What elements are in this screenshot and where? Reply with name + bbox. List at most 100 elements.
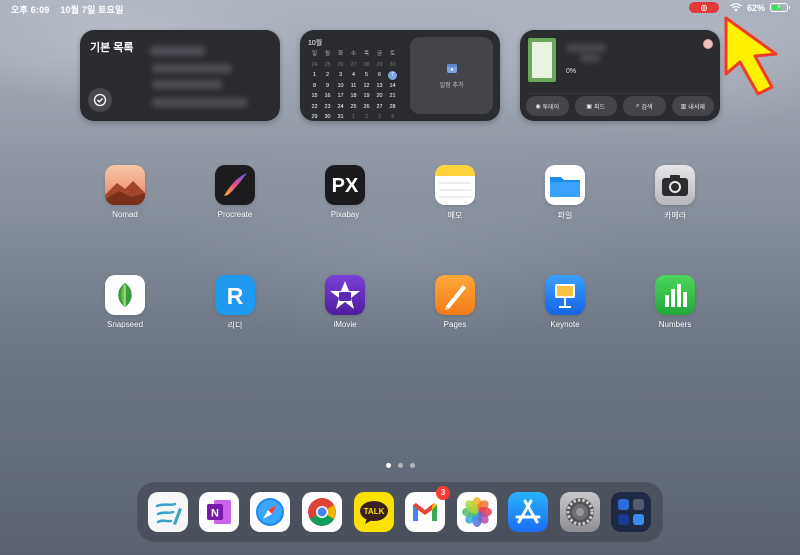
files-icon: [545, 165, 585, 205]
app-library-icon: [618, 499, 644, 525]
dock-app-onenote[interactable]: N: [199, 492, 239, 532]
calendar-day: 14: [389, 82, 396, 89]
dock-app-gmail[interactable]: 3: [405, 486, 450, 532]
app-camera[interactable]: 카메라: [630, 165, 720, 221]
dock-app-library-folder[interactable]: [611, 492, 651, 532]
onenote-icon: N: [207, 500, 231, 524]
calendar-day: 25: [350, 103, 357, 110]
notes-icon: [435, 165, 475, 205]
page-dot[interactable]: [410, 463, 415, 468]
add-event-button[interactable]: 일정 추가: [410, 37, 493, 114]
calendar-day: 16: [324, 93, 331, 99]
photos-icon: [462, 497, 492, 527]
calendar-day: 11: [350, 82, 357, 89]
calendar-weekday: 금: [376, 51, 383, 57]
app-procreate[interactable]: Procreate: [190, 165, 280, 219]
calendar-day: 19: [363, 93, 370, 99]
calendar-day: 15: [311, 93, 318, 99]
battery-icon: ⚡: [770, 3, 790, 12]
add-event-label: 일정 추가: [439, 83, 464, 89]
page-dot[interactable]: [386, 463, 391, 468]
book-cover[interactable]: [528, 38, 556, 82]
calendar-weekday: 일: [311, 51, 318, 57]
page-dot[interactable]: [398, 463, 403, 468]
app-pixabay[interactable]: PX Pixabay: [300, 165, 390, 219]
app-imovie[interactable]: iMovie: [300, 275, 390, 329]
pointer-arrow-annotation: [724, 16, 778, 96]
add-reminder-button[interactable]: [88, 88, 112, 112]
calendar-day: 2: [364, 114, 369, 120]
app-notes[interactable]: 메모: [410, 165, 500, 221]
battery-percent: 62%: [746, 2, 765, 13]
reading-app-widget[interactable]: 0% ◉ 투데이 ▣ 피드 ⌕ 검색 ▥ 내서재: [520, 30, 720, 121]
calendar-day: 30: [324, 114, 331, 120]
wifi-icon: [730, 3, 742, 12]
calendar-day: 20: [376, 93, 383, 99]
dock-app-kakaotalk[interactable]: TALK: [354, 492, 394, 532]
pages-icon: [435, 275, 475, 315]
page-indicator[interactable]: [386, 463, 415, 468]
dock-app-safari[interactable]: [250, 492, 290, 532]
dock-app-settings[interactable]: [560, 492, 600, 532]
dock-app-app-store[interactable]: [508, 492, 548, 532]
calendar-day: 8: [312, 82, 317, 89]
record-icon: [700, 4, 707, 11]
gmail-unread-badge: 3: [436, 486, 450, 500]
library-icon: ▥: [680, 103, 687, 110]
svg-text:TALK: TALK: [364, 507, 385, 516]
library-button[interactable]: ▥ 내서재: [671, 96, 714, 116]
blurred-text: [566, 44, 606, 52]
ridi-icon: R: [215, 275, 255, 315]
blurred-text: [150, 46, 205, 56]
reminders-widget[interactable]: 기본 목록: [80, 30, 280, 121]
status-date: 10월 7일 토요일: [60, 5, 124, 15]
charging-bolt-icon: ⚡: [776, 4, 782, 11]
app-logo-icon: [703, 39, 713, 49]
calendar-grid: 일 월 화 수 목 금 토 24 25 26 27 28 29 30 1 2 3 4 5 6 7 8 9 10 11 12 13 14…: [308, 50, 404, 121]
calendar-widget[interactable]: 10월 일 월 화 수 목 금 토 24 25 26 27 28 29 30 1 2 3 4 5 6 7 8 9 10 11 12…: [300, 30, 500, 121]
screen-recording-indicator[interactable]: [688, 2, 719, 13]
calendar-day: 4: [351, 72, 356, 78]
status-time: 오후 6:09: [11, 5, 50, 15]
calendar-day: 21: [389, 93, 396, 99]
app-nomad[interactable]: Nomad: [80, 165, 170, 219]
status-bar-right: 62% ⚡: [688, 2, 790, 13]
dock-app-chrome[interactable]: [302, 492, 342, 532]
svg-text:R: R: [227, 283, 244, 309]
search-button[interactable]: ⌕ 검색: [623, 96, 666, 116]
calendar-add-icon: [446, 64, 457, 73]
calendar-day: 3: [377, 114, 382, 120]
procreate-icon: [215, 165, 255, 205]
calendar-day: 17: [337, 93, 344, 99]
calendar-day: 29: [376, 61, 383, 68]
calendar-weekday: 월: [324, 51, 331, 57]
reminders-list-title: 기본 목록: [90, 42, 134, 54]
calendar-today: 7: [388, 71, 397, 80]
dock-app-freeform[interactable]: [148, 492, 188, 532]
app-pages[interactable]: Pages: [410, 275, 500, 329]
camera-icon: [655, 165, 695, 205]
chrome-icon: [308, 498, 336, 526]
calendar-day: 12: [363, 82, 370, 89]
today-button[interactable]: ◉ 투데이: [526, 96, 569, 116]
imovie-icon: [325, 275, 365, 315]
calendar-day: 31: [337, 114, 344, 120]
status-bar-left: 오후 6:09 10월 7일 토요일: [11, 3, 132, 16]
settings-gear-icon: [566, 498, 594, 526]
blurred-text: [152, 64, 232, 73]
snapseed-icon: [105, 275, 145, 315]
app-numbers[interactable]: Numbers: [630, 275, 720, 329]
calendar-day: 29: [311, 114, 318, 120]
today-icon: ◉: [535, 103, 541, 110]
dock-app-photos[interactable]: [457, 492, 497, 532]
app-ridi[interactable]: R 리디: [190, 275, 280, 331]
pixabay-icon: PX: [325, 165, 365, 205]
calendar-day: 22: [311, 103, 318, 110]
calendar-day: 1: [351, 114, 356, 120]
app-keynote[interactable]: Keynote: [520, 275, 610, 329]
calendar-day: 18: [350, 93, 357, 99]
app-files[interactable]: 파일: [520, 165, 610, 221]
search-icon: ⌕: [636, 102, 640, 109]
app-snapseed[interactable]: Snapseed: [80, 275, 170, 329]
feed-button[interactable]: ▣ 피드: [574, 96, 617, 116]
